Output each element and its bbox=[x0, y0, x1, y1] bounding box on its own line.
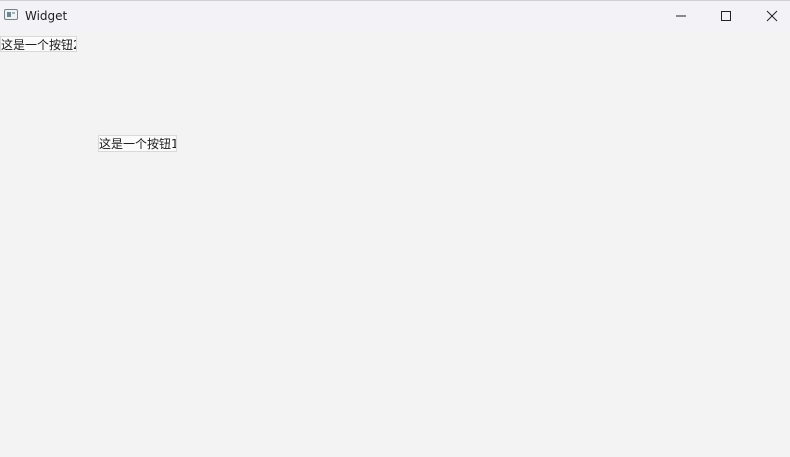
button-2-label: 这是一个按钮2 bbox=[1, 38, 77, 52]
minimize-button[interactable] bbox=[658, 1, 704, 31]
button-2[interactable]: 这是一个按钮2 bbox=[0, 36, 77, 52]
close-button[interactable] bbox=[749, 1, 790, 31]
button-1-label: 这是一个按钮1 bbox=[99, 137, 177, 151]
maximize-icon bbox=[721, 11, 731, 21]
button-1[interactable]: 这是一个按钮1 bbox=[98, 135, 177, 152]
window-title: Widget bbox=[25, 9, 68, 23]
widget-app-icon bbox=[4, 9, 18, 20]
title-bar[interactable]: Widget bbox=[0, 1, 790, 31]
widget-client-area: 这是一个按钮2 这是一个按钮1 bbox=[0, 32, 790, 457]
maximize-button[interactable] bbox=[703, 1, 749, 31]
minimize-icon bbox=[676, 15, 686, 17]
application-window: Widget 这是一个按钮2 这是一个按钮1 bbox=[0, 0, 790, 457]
close-icon bbox=[766, 10, 778, 22]
